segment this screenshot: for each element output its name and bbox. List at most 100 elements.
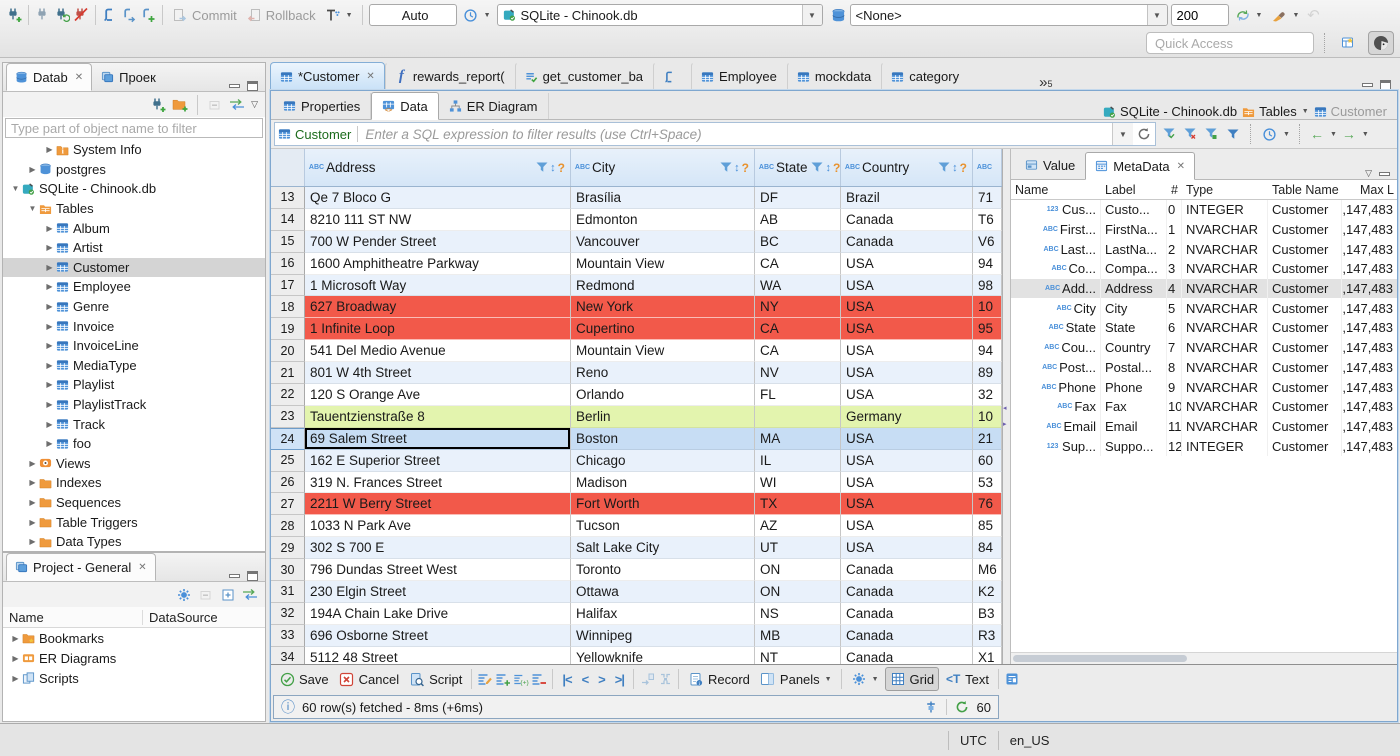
expand-twistie-icon[interactable]: ▶ xyxy=(43,361,56,370)
grid-cell[interactable]: DF xyxy=(755,187,841,209)
grid-cell[interactable]: 10 xyxy=(973,405,1002,428)
filter-placeholder[interactable]: Enter a SQL expression to filter results… xyxy=(358,127,1112,142)
cancel-button[interactable]: Cancel xyxy=(335,667,403,691)
filter-dropdown-icon[interactable]: ▼ xyxy=(1112,123,1133,145)
grid-cell[interactable]: 1033 N Park Ave xyxy=(305,515,571,538)
close-tab-icon[interactable]: ✕ xyxy=(366,71,374,82)
expand-twistie-icon[interactable]: ▶ xyxy=(26,537,39,546)
grid-cell[interactable]: NY xyxy=(755,296,841,319)
fetch-size-input[interactable] xyxy=(1170,4,1229,26)
connect-icon[interactable] xyxy=(35,7,51,23)
grid-cell[interactable]: Canada xyxy=(841,230,973,253)
quick-access-input[interactable] xyxy=(1146,32,1314,54)
grid-cell[interactable]: IL xyxy=(755,449,841,472)
filter-help-icon[interactable]: ? xyxy=(742,161,749,175)
grid-cell[interactable]: 10 xyxy=(973,296,1002,319)
grid-cell[interactable]: USA xyxy=(841,493,973,516)
meta-column-table-name[interactable]: Table Name xyxy=(1268,183,1342,197)
grid-cell[interactable]: 120 S Orange Ave xyxy=(305,384,571,406)
grid-cell[interactable]: Madison xyxy=(571,471,755,494)
grid-cell[interactable]: Orlando xyxy=(571,384,755,406)
grid-cell[interactable]: Yellowknife xyxy=(571,646,755,664)
custom-filter-icon[interactable] xyxy=(1204,126,1220,142)
column-header-datasource[interactable]: DataSource xyxy=(142,609,265,625)
grid-cell[interactable]: Canada xyxy=(841,581,973,603)
grid-cell[interactable]: Edmonton xyxy=(571,208,755,231)
grid-cell[interactable]: 627 Broadway xyxy=(305,296,571,319)
minimize-view-icon[interactable] xyxy=(229,574,240,578)
tab-er-diagram[interactable]: ER Diagram xyxy=(439,93,549,119)
last-row-icon[interactable]: >| xyxy=(611,672,628,687)
expand-twistie-icon[interactable]: ▶ xyxy=(43,322,56,331)
row-number[interactable]: 18 xyxy=(271,296,305,319)
grid-cell[interactable]: NT xyxy=(755,646,841,664)
sort-icon[interactable]: ↕ xyxy=(734,162,740,174)
remove-filter-icon[interactable] xyxy=(1183,126,1199,142)
expand-twistie-icon[interactable]: ▶ xyxy=(43,263,56,272)
navigator-filter-input[interactable] xyxy=(5,118,263,138)
grid-cell[interactable]: 53 xyxy=(973,471,1002,494)
grid-cell[interactable]: 1 Microsoft Way xyxy=(305,274,571,297)
breadcrumb-sqlite-chinook-db[interactable]: SQLite - Chinook.db xyxy=(1103,104,1237,119)
open-perspective-button[interactable] xyxy=(1336,31,1362,55)
editor-tab-customer[interactable]: *Customer ✕ xyxy=(270,62,385,90)
tree-item-playlisttrack[interactable]: ▶ PlaylistTrack xyxy=(3,395,265,415)
text-mode-button[interactable]: <T Text xyxy=(941,667,993,691)
new-folder-icon[interactable] xyxy=(172,97,188,113)
editor-tab-sqlite-chino[interactable] xyxy=(653,62,691,90)
row-number[interactable]: 25 xyxy=(271,449,305,472)
new-sql-editor-icon[interactable] xyxy=(102,7,118,23)
grid-cell[interactable]: 8210 111 ST NW xyxy=(305,208,571,231)
meta-row-lastna[interactable]: ABCLast...LastNa...2NVARCHARCustomer2,14… xyxy=(1011,239,1397,260)
expand-twistie-icon[interactable]: ▶ xyxy=(26,459,39,468)
meta-row-email[interactable]: ABCEmailEmail11NVARCHARCustomer2,147,483 xyxy=(1011,416,1397,437)
dbeaver-perspective-button[interactable] xyxy=(1368,31,1394,55)
next-row-icon[interactable]: > xyxy=(594,672,609,687)
grid-cell[interactable]: 319 N. Frances Street xyxy=(305,471,571,494)
expand-twistie-icon[interactable]: ▶ xyxy=(9,674,22,683)
meta-row-country[interactable]: ABCCou...Country7NVARCHARCustomer2,147,4… xyxy=(1011,337,1397,358)
maximize-editor-icon[interactable] xyxy=(1380,80,1391,90)
row-number[interactable]: 33 xyxy=(271,624,305,647)
tree-item-system-info[interactable]: ▶ i System Info xyxy=(3,140,265,160)
grid-cell[interactable]: ON xyxy=(755,559,841,582)
grid-cell[interactable]: 5112 48 Street xyxy=(305,646,571,664)
tab-projects[interactable]: Проек xyxy=(92,63,165,91)
expand-all-icon[interactable] xyxy=(220,587,236,603)
row-number[interactable]: 21 xyxy=(271,362,305,385)
horizontal-scrollbar[interactable] xyxy=(1011,652,1397,664)
expand-twistie-icon[interactable]: ▶ xyxy=(26,478,39,487)
expand-twistie-icon[interactable]: ▶ xyxy=(9,654,22,663)
grid-cell[interactable]: WA xyxy=(755,274,841,297)
grid-cell[interactable]: Mountain View xyxy=(571,252,755,275)
grid-cell[interactable]: USA xyxy=(841,296,973,319)
grid-cell[interactable]: NS xyxy=(755,602,841,625)
grid-cell[interactable]: Canada xyxy=(841,559,973,582)
collapse-all-icon[interactable] xyxy=(207,97,223,113)
fetch-all-rows-icon[interactable] xyxy=(657,671,673,687)
grid-cell[interactable]: CA xyxy=(755,340,841,363)
tree-item-customer[interactable]: ▶ Customer xyxy=(3,257,265,278)
row-number[interactable]: 17 xyxy=(271,274,305,297)
disconnect-icon[interactable] xyxy=(73,7,89,23)
grid-cell[interactable]: USA xyxy=(841,515,973,538)
grid-cell[interactable] xyxy=(755,405,841,428)
connection-select[interactable]: SQLite - Chinook.db ▼ xyxy=(496,4,823,26)
tab-project-general[interactable]: Project - General ✕ xyxy=(6,553,156,581)
connection-dropdown-icon[interactable]: ▼ xyxy=(801,5,822,25)
grid-cell[interactable]: Berlin xyxy=(571,405,755,428)
grid-cell[interactable]: 71 xyxy=(973,187,1002,209)
grid-cell[interactable]: Chicago xyxy=(571,449,755,472)
project-item-er-diagrams[interactable]: ▶ ER Diagrams xyxy=(3,648,265,668)
grid-cell[interactable]: USA xyxy=(841,340,973,363)
meta-row-firstna[interactable]: ABCFirst...FirstNa...1NVARCHARCustomer2,… xyxy=(1011,219,1397,240)
sort-icon[interactable]: ↕ xyxy=(952,162,958,174)
calc-panel-icon[interactable] xyxy=(1004,671,1020,687)
meta-row-state[interactable]: ABCStateState6NVARCHARCustomer2,147,483 xyxy=(1011,318,1397,338)
database-dropdown-icon[interactable]: ▼ xyxy=(1146,5,1167,25)
commit-button[interactable]: Commit xyxy=(169,3,240,27)
grid-cell[interactable]: T6 xyxy=(973,208,1002,231)
tree-item-album[interactable]: ▶ Album xyxy=(3,218,265,238)
project-item-bookmarks[interactable]: ▶ Bookmarks xyxy=(3,628,265,648)
filter-input-box[interactable]: Customer Enter a SQL expression to filte… xyxy=(274,122,1156,146)
